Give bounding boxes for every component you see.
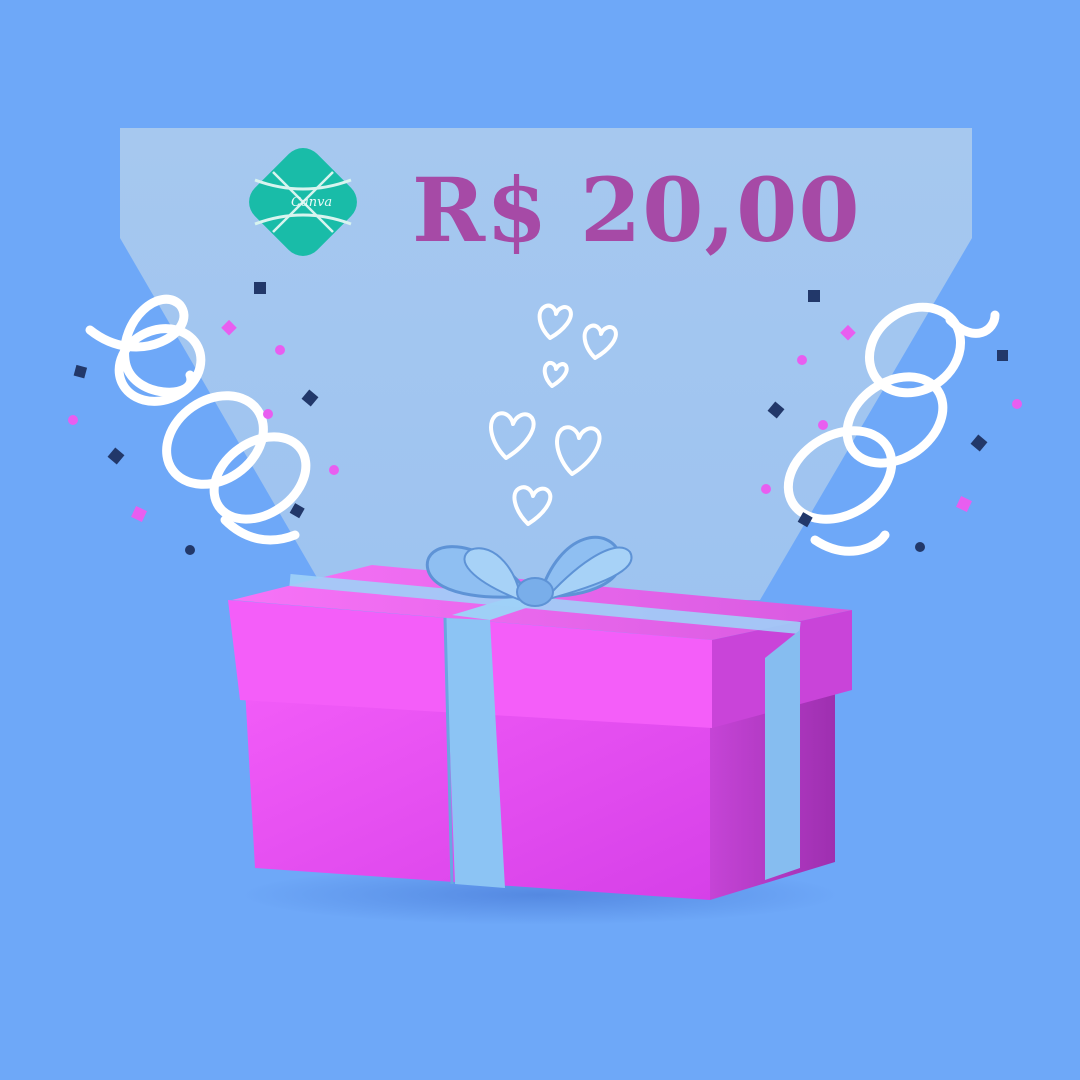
logo-word: Canva [291,195,332,210]
price-amount: R$ 20,00 [412,158,861,262]
